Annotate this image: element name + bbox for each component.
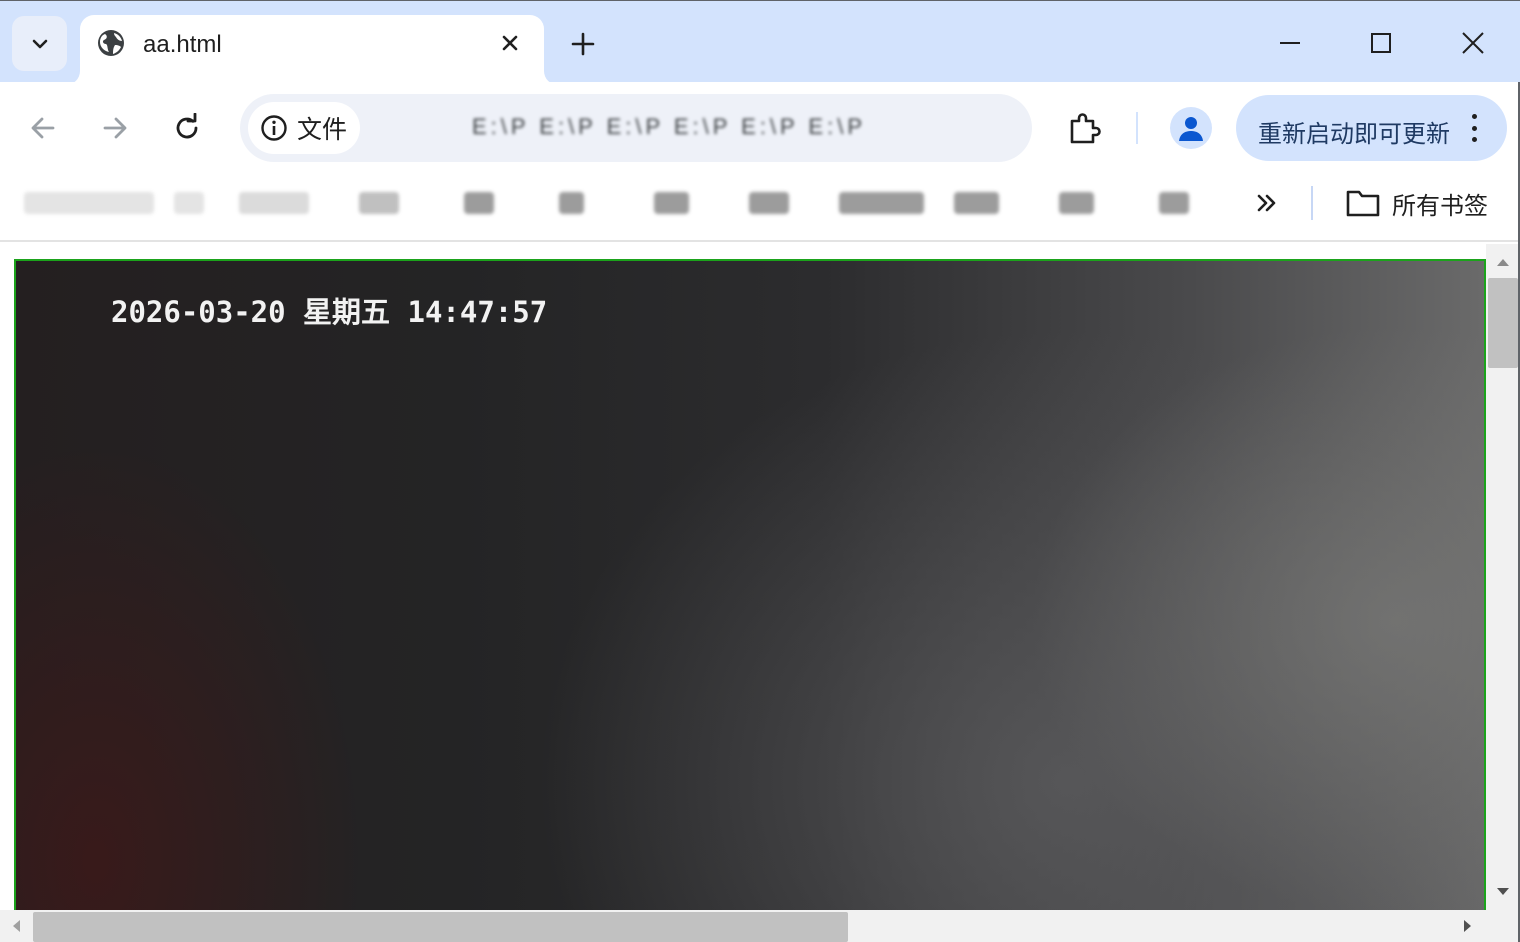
bookmark-item[interactable] <box>174 192 204 214</box>
minimize-button[interactable] <box>1270 23 1310 63</box>
minimize-icon <box>1280 42 1300 44</box>
scroll-up-arrow-icon[interactable] <box>1495 256 1511 268</box>
site-info-chip[interactable]: 文件 <box>248 102 360 154</box>
close-icon <box>1462 32 1484 54</box>
person-icon <box>1179 117 1203 141</box>
site-info-label: 文件 <box>297 116 348 144</box>
scrollbar-corner <box>1486 910 1520 942</box>
bookmark-item[interactable] <box>654 192 689 214</box>
close-window-button[interactable] <box>1453 23 1493 63</box>
globe-icon <box>98 30 124 56</box>
bookmark-item[interactable] <box>1059 192 1094 214</box>
info-icon <box>261 115 287 141</box>
video-timestamp-overlay: 2026-03-20 星期五 14:47:57 <box>111 295 548 329</box>
tab-title: aa.html <box>143 31 222 58</box>
bookmark-item[interactable] <box>839 192 924 214</box>
menu-kebab-icon[interactable] <box>1462 111 1486 145</box>
bookmarks-bar: 所有书签 <box>0 170 1520 242</box>
bookmarks-overflow-button[interactable] <box>1252 186 1282 220</box>
folder-icon <box>1346 190 1380 217</box>
tab-search-button[interactable] <box>12 16 67 71</box>
arrow-left-icon <box>31 117 55 139</box>
bookmark-item[interactable] <box>749 192 789 214</box>
scroll-left-arrow-icon[interactable] <box>10 918 22 934</box>
extensions-button[interactable] <box>1064 108 1104 148</box>
update-button-label: 重新启动即可更新 <box>1258 121 1450 148</box>
address-bar[interactable]: 文件 E:\P E:\P E:\P E:\P E:\P E:\P <box>240 94 1032 162</box>
new-tab-button[interactable] <box>566 27 600 61</box>
all-bookmarks-button[interactable]: 所有书签 <box>1346 184 1488 222</box>
page-viewport: 2026-03-20 星期五 14:47:57 <box>0 244 1486 910</box>
url-text: E:\P E:\P E:\P E:\P E:\P E:\P <box>472 114 867 139</box>
arrow-right-icon <box>103 117 127 139</box>
maximize-button[interactable] <box>1361 23 1401 63</box>
bookmark-item[interactable] <box>239 192 309 214</box>
close-icon <box>502 35 518 51</box>
chevron-double-right-icon <box>1257 194 1276 212</box>
chevron-down-icon <box>32 39 47 48</box>
bookmark-item[interactable] <box>559 192 584 214</box>
tab-active[interactable]: aa.html <box>80 15 544 85</box>
bookmark-item[interactable] <box>24 192 154 214</box>
camera-video-feed[interactable]: 2026-03-20 星期五 14:47:57 <box>14 259 1486 910</box>
scroll-down-arrow-icon[interactable] <box>1495 886 1511 898</box>
browser-window: aa.html 文件 E:\P E:\P E:\P E:\P E:\P E:\P… <box>0 0 1520 942</box>
maximize-icon <box>1371 33 1391 53</box>
bookmark-item[interactable] <box>359 192 399 214</box>
update-button[interactable]: 重新启动即可更新 <box>1236 95 1507 161</box>
puzzle-icon <box>1070 113 1101 144</box>
reload-button[interactable] <box>169 110 205 146</box>
back-button[interactable] <box>25 110 61 146</box>
bookmark-item[interactable] <box>464 192 494 214</box>
scroll-right-arrow-icon[interactable] <box>1462 918 1474 934</box>
vertical-scrollbar-thumb[interactable] <box>1488 278 1518 368</box>
bookmarks-divider <box>1311 186 1313 220</box>
tab-close-button[interactable] <box>496 29 524 57</box>
bookmark-item[interactable] <box>954 192 999 214</box>
bookmark-items-blurred <box>24 186 1224 220</box>
horizontal-scrollbar[interactable] <box>0 910 1486 942</box>
tab-strip: aa.html <box>0 0 1520 85</box>
all-bookmarks-label: 所有书签 <box>1392 192 1488 220</box>
toolbar: 文件 E:\P E:\P E:\P E:\P E:\P E:\P 重新启动即可更… <box>0 82 1520 170</box>
bookmark-item[interactable] <box>1159 192 1189 214</box>
toolbar-divider <box>1136 112 1138 144</box>
plus-icon <box>571 32 595 56</box>
horizontal-scrollbar-thumb[interactable] <box>33 912 848 942</box>
vertical-scrollbar[interactable] <box>1486 244 1520 910</box>
reload-icon <box>176 113 198 139</box>
forward-button[interactable] <box>97 110 133 146</box>
profile-avatar[interactable] <box>1170 107 1212 149</box>
